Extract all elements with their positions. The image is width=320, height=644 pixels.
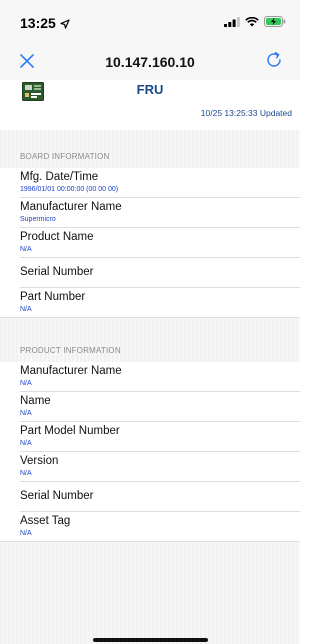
field-label: Asset Tag bbox=[20, 515, 71, 527]
phone-screen: 13:25 10.147.160.10 FRU 10/25 13:25:33 U… bbox=[0, 0, 300, 644]
list-item: Manufacturer Name N/A bbox=[0, 362, 300, 392]
fru-details-list[interactable]: BOARD INFORMATION Mfg. Date/Time 1996/01… bbox=[0, 130, 300, 644]
list-item: Asset Tag N/A bbox=[0, 512, 300, 542]
field-value: 1996/01/01 00:00:00 (00 00 00) bbox=[20, 186, 119, 193]
field-label: Mfg. Date/Time bbox=[20, 171, 99, 183]
field-value: N/A bbox=[20, 246, 32, 253]
field-label: Version bbox=[20, 455, 59, 467]
field-label: Product Name bbox=[20, 231, 94, 243]
updated-timestamp: 10/25 13:25:33 Updated bbox=[200, 108, 292, 118]
nav-title: 10.147.160.10 bbox=[105, 54, 195, 70]
field-label: Serial Number bbox=[20, 266, 94, 278]
list-item: Part Model Number N/A bbox=[0, 422, 300, 452]
field-value: N/A bbox=[20, 410, 32, 417]
field-value: N/A bbox=[20, 470, 32, 477]
location-arrow-icon bbox=[60, 19, 70, 29]
field-value: N/A bbox=[20, 530, 32, 537]
field-value: N/A bbox=[20, 380, 32, 387]
field-label: Part Number bbox=[20, 291, 86, 303]
board-info-section-header: BOARD INFORMATION bbox=[20, 152, 110, 161]
list-item: Product Name N/A bbox=[0, 228, 300, 258]
list-item: Part Number N/A bbox=[0, 288, 300, 318]
fru-header: FRU 10/25 13:25:33 Updated bbox=[0, 80, 300, 130]
field-label: Name bbox=[20, 395, 51, 407]
field-label: Part Model Number bbox=[20, 425, 120, 437]
field-label: Manufacturer Name bbox=[20, 365, 122, 377]
field-value: N/A bbox=[20, 306, 32, 313]
list-item: Name N/A bbox=[0, 392, 300, 422]
status-time: 13:25 bbox=[20, 15, 70, 31]
product-info-section-header: PRODUCT INFORMATION bbox=[20, 346, 121, 355]
page-title: FRU bbox=[136, 82, 164, 97]
list-item: Serial Number bbox=[0, 482, 300, 512]
wifi-icon bbox=[245, 16, 259, 26]
status-bar: 13:25 bbox=[0, 0, 300, 44]
field-value: N/A bbox=[20, 440, 32, 447]
field-label: Serial Number bbox=[20, 490, 94, 502]
field-label: Manufacturer Name bbox=[20, 201, 122, 213]
field-value: Supermicro bbox=[20, 216, 56, 223]
list-item: Serial Number bbox=[0, 258, 300, 288]
signal-icon bbox=[224, 16, 240, 27]
status-icons bbox=[224, 16, 286, 27]
battery-charging-icon bbox=[264, 16, 286, 27]
navigation-bar: 10.147.160.10 bbox=[0, 44, 300, 80]
refresh-icon[interactable] bbox=[264, 50, 284, 70]
home-indicator[interactable] bbox=[93, 638, 208, 642]
list-item: Manufacturer Name Supermicro bbox=[0, 198, 300, 228]
list-item: Version N/A bbox=[0, 452, 300, 482]
list-item: Mfg. Date/Time 1996/01/01 00:00:00 (00 0… bbox=[0, 168, 300, 198]
